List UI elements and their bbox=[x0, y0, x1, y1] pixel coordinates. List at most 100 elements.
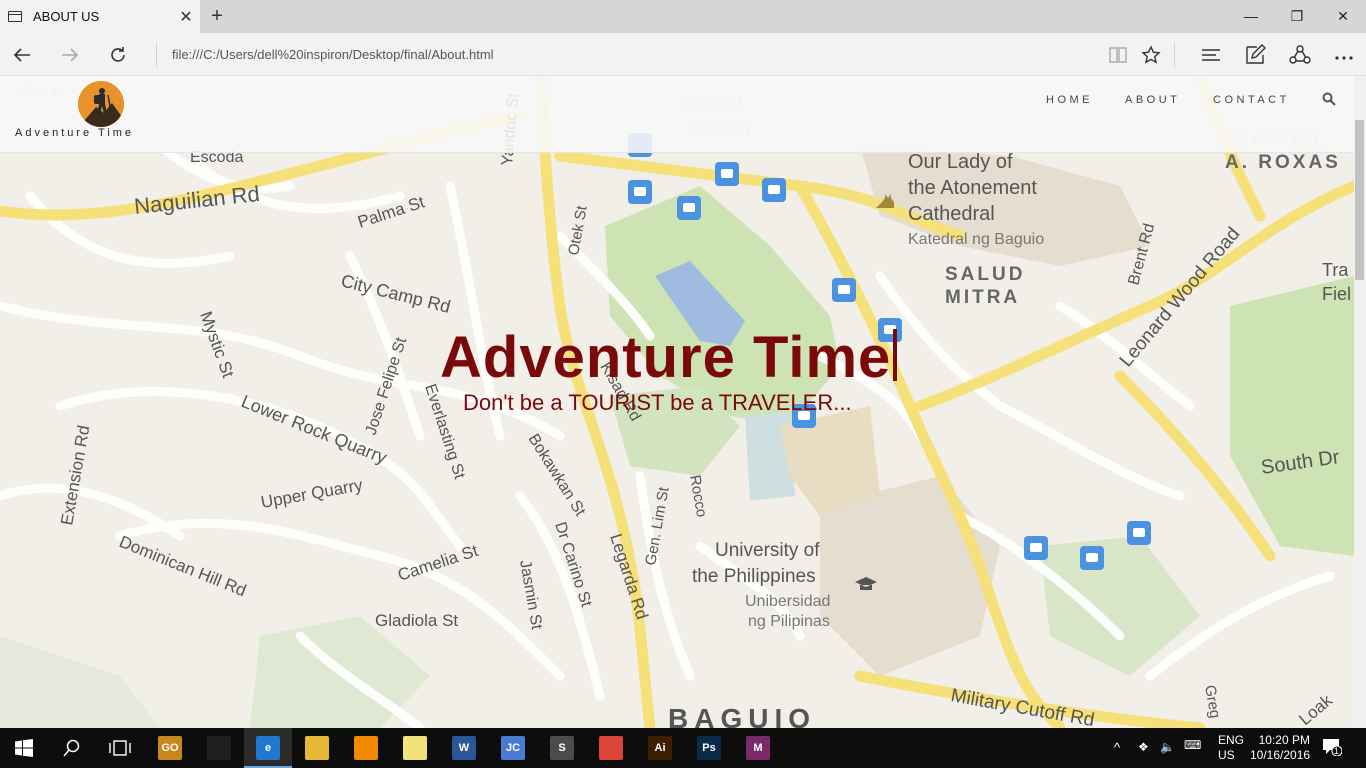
store-icon bbox=[207, 736, 231, 760]
svg-text:the Atonement: the Atonement bbox=[908, 177, 1037, 199]
csgo-icon: GO bbox=[158, 736, 182, 760]
taskbar-app-mendeley[interactable]: M bbox=[734, 728, 782, 768]
taskbar-app-photoshop[interactable]: Ps bbox=[685, 728, 733, 768]
taskbar-app-chrome[interactable] bbox=[587, 728, 635, 768]
taskbar-app-sticky-notes[interactable] bbox=[391, 728, 439, 768]
more-icon bbox=[1335, 56, 1353, 60]
forward-arrow-icon bbox=[62, 48, 79, 62]
favorite-button[interactable] bbox=[1135, 39, 1167, 71]
search-taskbar-button[interactable] bbox=[48, 728, 96, 768]
forward-button[interactable] bbox=[54, 39, 86, 71]
address-separator bbox=[156, 43, 157, 67]
web-note-icon bbox=[1246, 44, 1266, 64]
dropbox-tray-icon[interactable]: ❖ bbox=[1138, 740, 1149, 755]
illustrator-icon: Ai bbox=[648, 736, 672, 760]
language-code: ENG bbox=[1218, 733, 1245, 747]
edge-icon: e bbox=[256, 736, 280, 760]
taskbar-app-edge[interactable]: e bbox=[244, 728, 292, 768]
page-scrollbar[interactable] bbox=[1354, 76, 1366, 728]
close-window-button[interactable]: ✕ bbox=[1320, 0, 1366, 33]
back-arrow-icon bbox=[13, 48, 30, 62]
svg-text:Katedral ng Baguio: Katedral ng Baguio bbox=[908, 231, 1044, 248]
browser-tab[interactable]: ABOUT US ✕ bbox=[0, 0, 200, 33]
taskbar-app-store[interactable] bbox=[195, 728, 243, 768]
svg-text:ng Pilipinas: ng Pilipinas bbox=[748, 613, 830, 630]
more-button[interactable] bbox=[1328, 39, 1360, 71]
svg-text:University of: University of bbox=[715, 540, 820, 561]
jcreator-icon: JC bbox=[501, 736, 525, 760]
share-icon bbox=[1289, 45, 1311, 64]
minimize-button[interactable]: — bbox=[1228, 0, 1274, 33]
hero-title: Adventure Time bbox=[440, 326, 898, 390]
toolbar-separator bbox=[1174, 43, 1175, 67]
volume-icon[interactable]: 🔈 bbox=[1160, 740, 1175, 755]
clock[interactable]: 10:20 PM 10/16/2016 bbox=[1250, 733, 1310, 763]
tab-title: ABOUT US bbox=[33, 9, 100, 24]
action-center-button[interactable]: 1 bbox=[1322, 738, 1343, 760]
show-hidden-icons-button[interactable]: ^ bbox=[1114, 740, 1120, 755]
new-tab-button[interactable]: + bbox=[205, 4, 229, 28]
hiker-logo-icon bbox=[78, 81, 124, 127]
notification-count: 1 bbox=[1334, 746, 1340, 756]
hub-icon bbox=[1202, 49, 1220, 61]
page-viewport: Zon H Guisad Jeepney MANUEL Naguilian Rd… bbox=[0, 76, 1366, 728]
address-bar[interactable] bbox=[170, 45, 1070, 65]
svg-text:SALUD: SALUD bbox=[945, 264, 1025, 285]
site-header: Adventure Time HOME ABOUT CONTACT bbox=[0, 76, 1354, 153]
svg-text:Unibersidad: Unibersidad bbox=[745, 593, 830, 610]
refresh-icon bbox=[111, 47, 125, 62]
close-tab-icon[interactable]: ✕ bbox=[172, 7, 200, 27]
mendeley-icon: M bbox=[746, 736, 770, 760]
typing-caret bbox=[893, 329, 898, 381]
svg-text:MITRA: MITRA bbox=[945, 287, 1020, 308]
taskbar-app-word[interactable]: W bbox=[440, 728, 488, 768]
scrollbar-thumb[interactable] bbox=[1355, 120, 1364, 280]
taskbar-app-illustrator[interactable]: Ai bbox=[636, 728, 684, 768]
language-indicator[interactable]: ENG US bbox=[1218, 733, 1244, 763]
start-button[interactable] bbox=[0, 728, 48, 768]
task-view-icon bbox=[109, 740, 131, 756]
refresh-button[interactable] bbox=[102, 39, 134, 71]
task-view-button[interactable] bbox=[96, 728, 144, 768]
taskbar-app-explorer[interactable] bbox=[293, 728, 341, 768]
browser-nav-bar bbox=[0, 33, 1366, 76]
sublime-icon: S bbox=[550, 736, 574, 760]
photoshop-icon: Ps bbox=[697, 736, 721, 760]
word-icon: W bbox=[452, 736, 476, 760]
reading-view-button[interactable] bbox=[1102, 39, 1134, 71]
site-search-button[interactable] bbox=[1322, 92, 1338, 108]
nav-link-home[interactable]: HOME bbox=[1046, 94, 1093, 106]
back-button[interactable] bbox=[6, 39, 38, 71]
browser-tab-bar: ABOUT US ✕ + — ❐ ✕ bbox=[0, 0, 1366, 33]
windows-taskbar: GO e W JC S Ai Ps M ^ ❖ 🔈 ⌨ ENG US 10:20 PM 10/… bbox=[0, 728, 1366, 768]
keyboard-icon[interactable]: ⌨ bbox=[1184, 738, 1201, 753]
chrome-icon bbox=[599, 736, 623, 760]
restore-button[interactable]: ❐ bbox=[1274, 0, 1320, 33]
taskbar-app-vlc[interactable] bbox=[342, 728, 390, 768]
taskbar-app-jcreator[interactable]: JC bbox=[489, 728, 537, 768]
brand-logo[interactable] bbox=[78, 81, 124, 127]
region-code: US bbox=[1218, 748, 1235, 762]
share-button[interactable] bbox=[1284, 39, 1316, 71]
favorite-star-icon bbox=[1141, 45, 1161, 64]
svg-text:Cathedral: Cathedral bbox=[908, 203, 995, 225]
page-icon bbox=[8, 11, 22, 22]
brand-name[interactable]: Adventure Time bbox=[15, 127, 134, 139]
svg-text:Tra: Tra bbox=[1322, 260, 1349, 280]
nav-link-about[interactable]: ABOUT bbox=[1125, 94, 1180, 106]
clock-time: 10:20 PM bbox=[1258, 733, 1310, 747]
hub-button[interactable] bbox=[1195, 39, 1227, 71]
explorer-icon bbox=[305, 736, 329, 760]
windows-logo-icon bbox=[15, 739, 33, 757]
taskbar-app-sublime[interactable]: S bbox=[538, 728, 586, 768]
nav-link-contact[interactable]: CONTACT bbox=[1213, 94, 1290, 106]
clock-date: 10/16/2016 bbox=[1250, 748, 1311, 762]
taskbar-app-csgo[interactable]: GO bbox=[146, 728, 194, 768]
search-icon bbox=[1322, 92, 1336, 106]
svg-text:Our Lady of: Our Lady of bbox=[908, 151, 1013, 173]
search-icon bbox=[63, 739, 80, 757]
svg-text:BAGUIO: BAGUIO bbox=[668, 703, 816, 728]
vlc-icon bbox=[354, 736, 378, 760]
web-note-button[interactable] bbox=[1239, 39, 1271, 71]
hero-subtitle: Don't be a TOURIST be a TRAVELER... bbox=[463, 390, 852, 415]
